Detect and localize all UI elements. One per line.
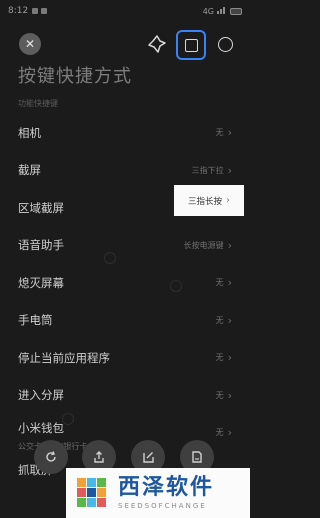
chevron-right-icon: › [227,351,232,365]
row-label: 小米钱包 [18,420,64,435]
chevron-right-icon: › [226,195,230,206]
row-label: 语音助手 [18,238,64,253]
share-icon [94,451,104,463]
row-value: 无 › [215,388,232,402]
row-value: 无 › [215,351,232,365]
row-value: 无 › [215,276,232,290]
watermark-logo-icon [74,475,110,511]
rotate-icon [46,451,56,462]
rotate-button[interactable] [34,440,68,474]
chevron-right-icon: › [227,126,232,140]
freeform-icon [148,35,166,53]
row-screen-off[interactable]: 熄灭屏幕 无 › [0,264,250,302]
status-right: 4G [203,6,242,17]
row-flashlight[interactable]: 手电筒 无 › [0,302,250,340]
rectangle-shape-button[interactable] [176,30,206,60]
screenshot-toolbar: ✕ [0,28,250,62]
touch-indicator [104,252,116,264]
section-label: 功能快捷键 [18,99,58,108]
highlight-text: 三指长按 [187,196,222,207]
close-button[interactable]: ✕ [19,33,41,55]
row-label: 区域截屏 [18,200,64,215]
status-bar: 8:12 4G [0,0,250,22]
row-value: 无 › [215,426,232,440]
row-label: 熄灭屏幕 [18,275,64,290]
row-screenshot[interactable]: 截屏 三指下拉 › [0,152,250,190]
document-icon [192,451,202,463]
row-label: 截屏 [18,163,41,178]
watermark-text: 西泽软件 SEEDSOFCHANGE [118,475,215,511]
notification-icon [41,8,48,14]
watermark-cn: 西泽软件 [118,475,215,500]
touch-indicator [62,413,74,425]
row-split-screen[interactable]: 进入分屏 无 › [0,377,250,415]
shortcut-list: 相机 无 › 截屏 三指下拉 › 区域截屏 语音助手 长按电源键 › 熄灭屏幕 无 › … [0,114,250,489]
row-label: 停止当前应用程序 [18,350,110,365]
chevron-right-icon: › [227,238,232,252]
chevron-right-icon: › [227,313,232,327]
watermark-en: SEEDSOFCHANGE [118,502,207,510]
chevron-right-icon: › [227,388,232,402]
circle-icon [217,36,233,52]
battery-icon [230,7,242,15]
chevron-right-icon: › [227,163,232,177]
region-screenshot-value-highlight[interactable]: 三指长按 › [174,185,244,216]
network-label: 4G [202,6,214,16]
circle-shape-button[interactable] [213,32,237,56]
chevron-right-icon: › [227,426,232,440]
rectangle-icon [184,38,198,52]
watermark: 西泽软件 SEEDSOFCHANGE [66,468,250,518]
close-icon: ✕ [24,37,36,51]
row-voice-assistant[interactable]: 语音助手 长按电源键 › [0,227,250,265]
row-label: 相机 [18,125,41,140]
notification-icon [32,8,39,14]
row-value: 无 › [215,126,232,140]
row-value: 无 › [215,313,232,327]
row-label: 进入分屏 [18,388,64,403]
edit-icon [143,452,154,463]
freeform-shape-button[interactable] [145,32,169,56]
row-value: 三指下拉 › [191,163,232,177]
row-label: 手电筒 [18,313,53,328]
signal-icon [217,6,227,17]
row-camera[interactable]: 相机 无 › [0,114,250,152]
touch-indicator [170,280,182,292]
chevron-right-icon: › [227,276,232,290]
page-title: 按键快捷方式 [18,66,132,87]
row-stop-app[interactable]: 停止当前应用程序 无 › [0,339,250,377]
row-value: 长按电源键 › [183,238,232,252]
status-time: 8:12 [8,6,29,16]
